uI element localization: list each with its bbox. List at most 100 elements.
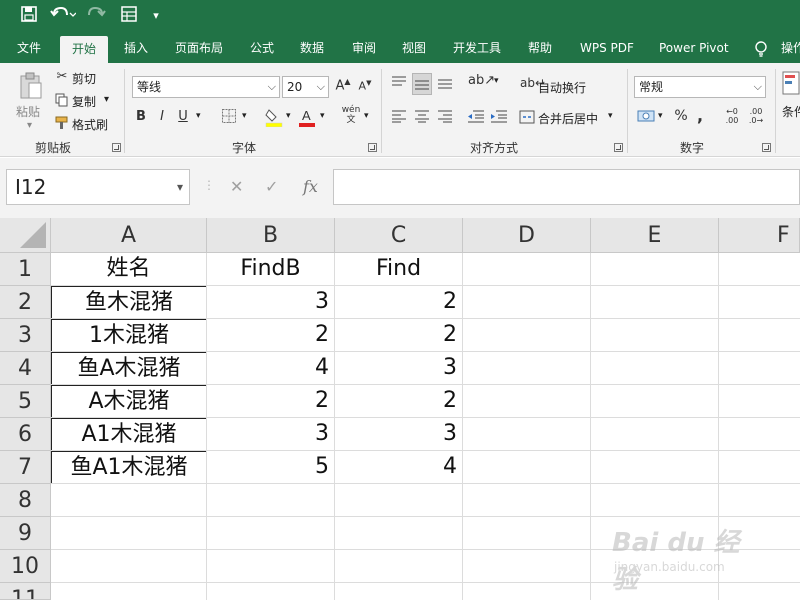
row-header-11[interactable]: 11 — [0, 583, 51, 600]
decrease-decimal-icon[interactable]: .00.0→ — [746, 107, 766, 125]
number-launcher-icon[interactable] — [762, 143, 771, 152]
number-group-label: 数字 — [680, 141, 705, 155]
insert-function-icon[interactable]: fx — [303, 177, 318, 196]
paste-dropdown-icon[interactable]: ▾ — [27, 120, 32, 131]
align-top-icon[interactable] — [390, 75, 408, 93]
number-format-select[interactable]: 常规 ⌵ — [634, 76, 766, 98]
watermark: Bai du 经验 jingyan.baidu.com — [612, 512, 762, 595]
phonetic-dropdown-icon[interactable]: ▾ — [364, 111, 369, 121]
tab-review[interactable]: 审阅 — [352, 33, 376, 63]
group-separator — [775, 69, 776, 153]
paste-icon[interactable] — [16, 71, 46, 101]
tab-view[interactable]: 视图 — [402, 33, 426, 63]
italic-button[interactable]: I — [155, 109, 169, 124]
enter-icon[interactable]: ✓ — [265, 177, 278, 196]
font-size-select[interactable]: 20 ⌵ — [282, 76, 329, 98]
column-header-c[interactable]: C — [335, 218, 463, 253]
font-launcher-icon[interactable] — [368, 143, 377, 152]
tab-formulas[interactable]: 公式 — [250, 33, 274, 63]
column-header-f[interactable]: F — [719, 218, 800, 253]
tab-file[interactable]: 文件 — [17, 33, 41, 63]
decrease-decimal-label: .0 — [748, 116, 757, 125]
formula-input[interactable] — [333, 169, 800, 205]
tab-developer[interactable]: 开发工具 — [453, 33, 501, 63]
wrap-text-button[interactable]: 自动换行 — [538, 79, 586, 96]
underline-button[interactable]: U — [176, 109, 190, 124]
row-header-1[interactable]: 1 — [0, 253, 51, 286]
fill-color-icon[interactable] — [264, 107, 284, 131]
percent-button[interactable]: % — [672, 108, 690, 124]
font-color-icon[interactable]: A — [297, 107, 317, 131]
decrease-indent-icon[interactable] — [466, 109, 486, 127]
watermark-brand: Bai du 经验 — [612, 528, 740, 595]
row-header-10[interactable]: 10 — [0, 550, 51, 583]
currency-icon[interactable] — [636, 109, 656, 127]
save-icon[interactable] — [18, 5, 40, 27]
name-box[interactable]: I12 ▾ — [6, 169, 190, 205]
align-left-icon[interactable] — [390, 109, 408, 127]
paste-label[interactable]: 粘贴 — [16, 103, 40, 120]
copy-dropdown-icon[interactable]: ▾ — [104, 94, 109, 105]
column-header-b[interactable]: B — [207, 218, 335, 253]
group-separator — [381, 69, 382, 153]
font-color-dropdown-icon[interactable]: ▾ — [320, 111, 325, 121]
copy-button[interactable]: 复制 — [72, 93, 96, 110]
currency-dropdown-icon[interactable]: ▾ — [658, 111, 663, 121]
tab-insert[interactable]: 插入 — [124, 33, 148, 63]
alignment-launcher-icon[interactable] — [614, 143, 623, 152]
column-header-e[interactable]: E — [591, 218, 719, 253]
orientation-dropdown-icon[interactable]: ▾ — [494, 76, 499, 86]
align-center-icon[interactable] — [413, 109, 431, 127]
row-header-8[interactable]: 8 — [0, 484, 51, 517]
comma-button[interactable]: , — [694, 106, 706, 125]
group-separator — [124, 69, 125, 153]
column-header-d[interactable]: D — [463, 218, 591, 253]
column-header-a[interactable]: A — [51, 218, 207, 253]
form-icon[interactable] — [118, 5, 140, 27]
chevron-down-icon[interactable]: ▾ — [148, 5, 164, 27]
fill-color-dropdown-icon[interactable]: ▾ — [286, 111, 291, 121]
border-dropdown-icon[interactable]: ▾ — [242, 111, 247, 121]
format-painter-button[interactable]: 格式刷 — [72, 116, 108, 133]
border-icon[interactable] — [220, 108, 238, 128]
phonetic-icon[interactable]: wén 文 — [340, 105, 362, 125]
orientation-icon[interactable]: ab↗ — [468, 73, 495, 88]
cut-button[interactable]: 剪切 — [72, 70, 96, 87]
decrease-font-icon[interactable]: A▼ — [356, 79, 374, 93]
row-header-5[interactable]: 5 — [0, 385, 51, 418]
align-middle-icon[interactable] — [412, 73, 432, 95]
align-right-icon[interactable] — [436, 109, 454, 127]
redo-icon[interactable] — [84, 5, 114, 27]
tab-wps-pdf[interactable]: WPS PDF — [580, 33, 634, 63]
chevron-down-icon: ▾ — [176, 180, 183, 194]
tab-data[interactable]: 数据 — [300, 33, 324, 63]
tab-page-layout[interactable]: 页面布局 — [175, 33, 223, 63]
row-header-7[interactable]: 7 — [0, 451, 51, 484]
conditional-format-label[interactable]: 条件 — [782, 103, 800, 120]
bold-button[interactable]: B — [134, 109, 148, 124]
tab-tell-me[interactable]: 操作 — [781, 33, 800, 63]
increase-decimal-icon[interactable]: ←0.00 — [722, 107, 742, 125]
clipboard-launcher-icon[interactable] — [112, 143, 121, 152]
underline-dropdown-icon[interactable]: ▾ — [196, 111, 201, 121]
merge-dropdown-icon[interactable]: ▾ — [608, 111, 613, 121]
row-header-9[interactable]: 9 — [0, 517, 51, 550]
tab-power-pivot[interactable]: Power Pivot — [659, 33, 729, 63]
lightbulb-icon[interactable] — [754, 33, 768, 63]
row-header-3[interactable]: 3 — [0, 319, 51, 352]
quick-access-toolbar: ▾ — [0, 0, 800, 33]
row-header-2[interactable]: 2 — [0, 286, 51, 319]
row-header-4[interactable]: 4 — [0, 352, 51, 385]
cancel-icon[interactable]: ✕ — [230, 177, 243, 196]
tab-help[interactable]: 帮助 — [528, 33, 552, 63]
row-header-6[interactable]: 6 — [0, 418, 51, 451]
font-name-select[interactable]: 等线 ⌵ — [132, 76, 280, 98]
conditional-format-icon[interactable] — [781, 71, 800, 101]
increase-indent-icon[interactable] — [489, 109, 509, 127]
merge-center-button[interactable]: 合并后居中 — [538, 110, 598, 127]
increase-font-icon[interactable]: A▲ — [334, 77, 352, 93]
select-all-corner[interactable] — [0, 218, 51, 253]
align-bottom-icon[interactable] — [436, 75, 454, 93]
undo-icon[interactable] — [48, 5, 78, 27]
tab-home[interactable]: 开始 — [60, 36, 109, 63]
